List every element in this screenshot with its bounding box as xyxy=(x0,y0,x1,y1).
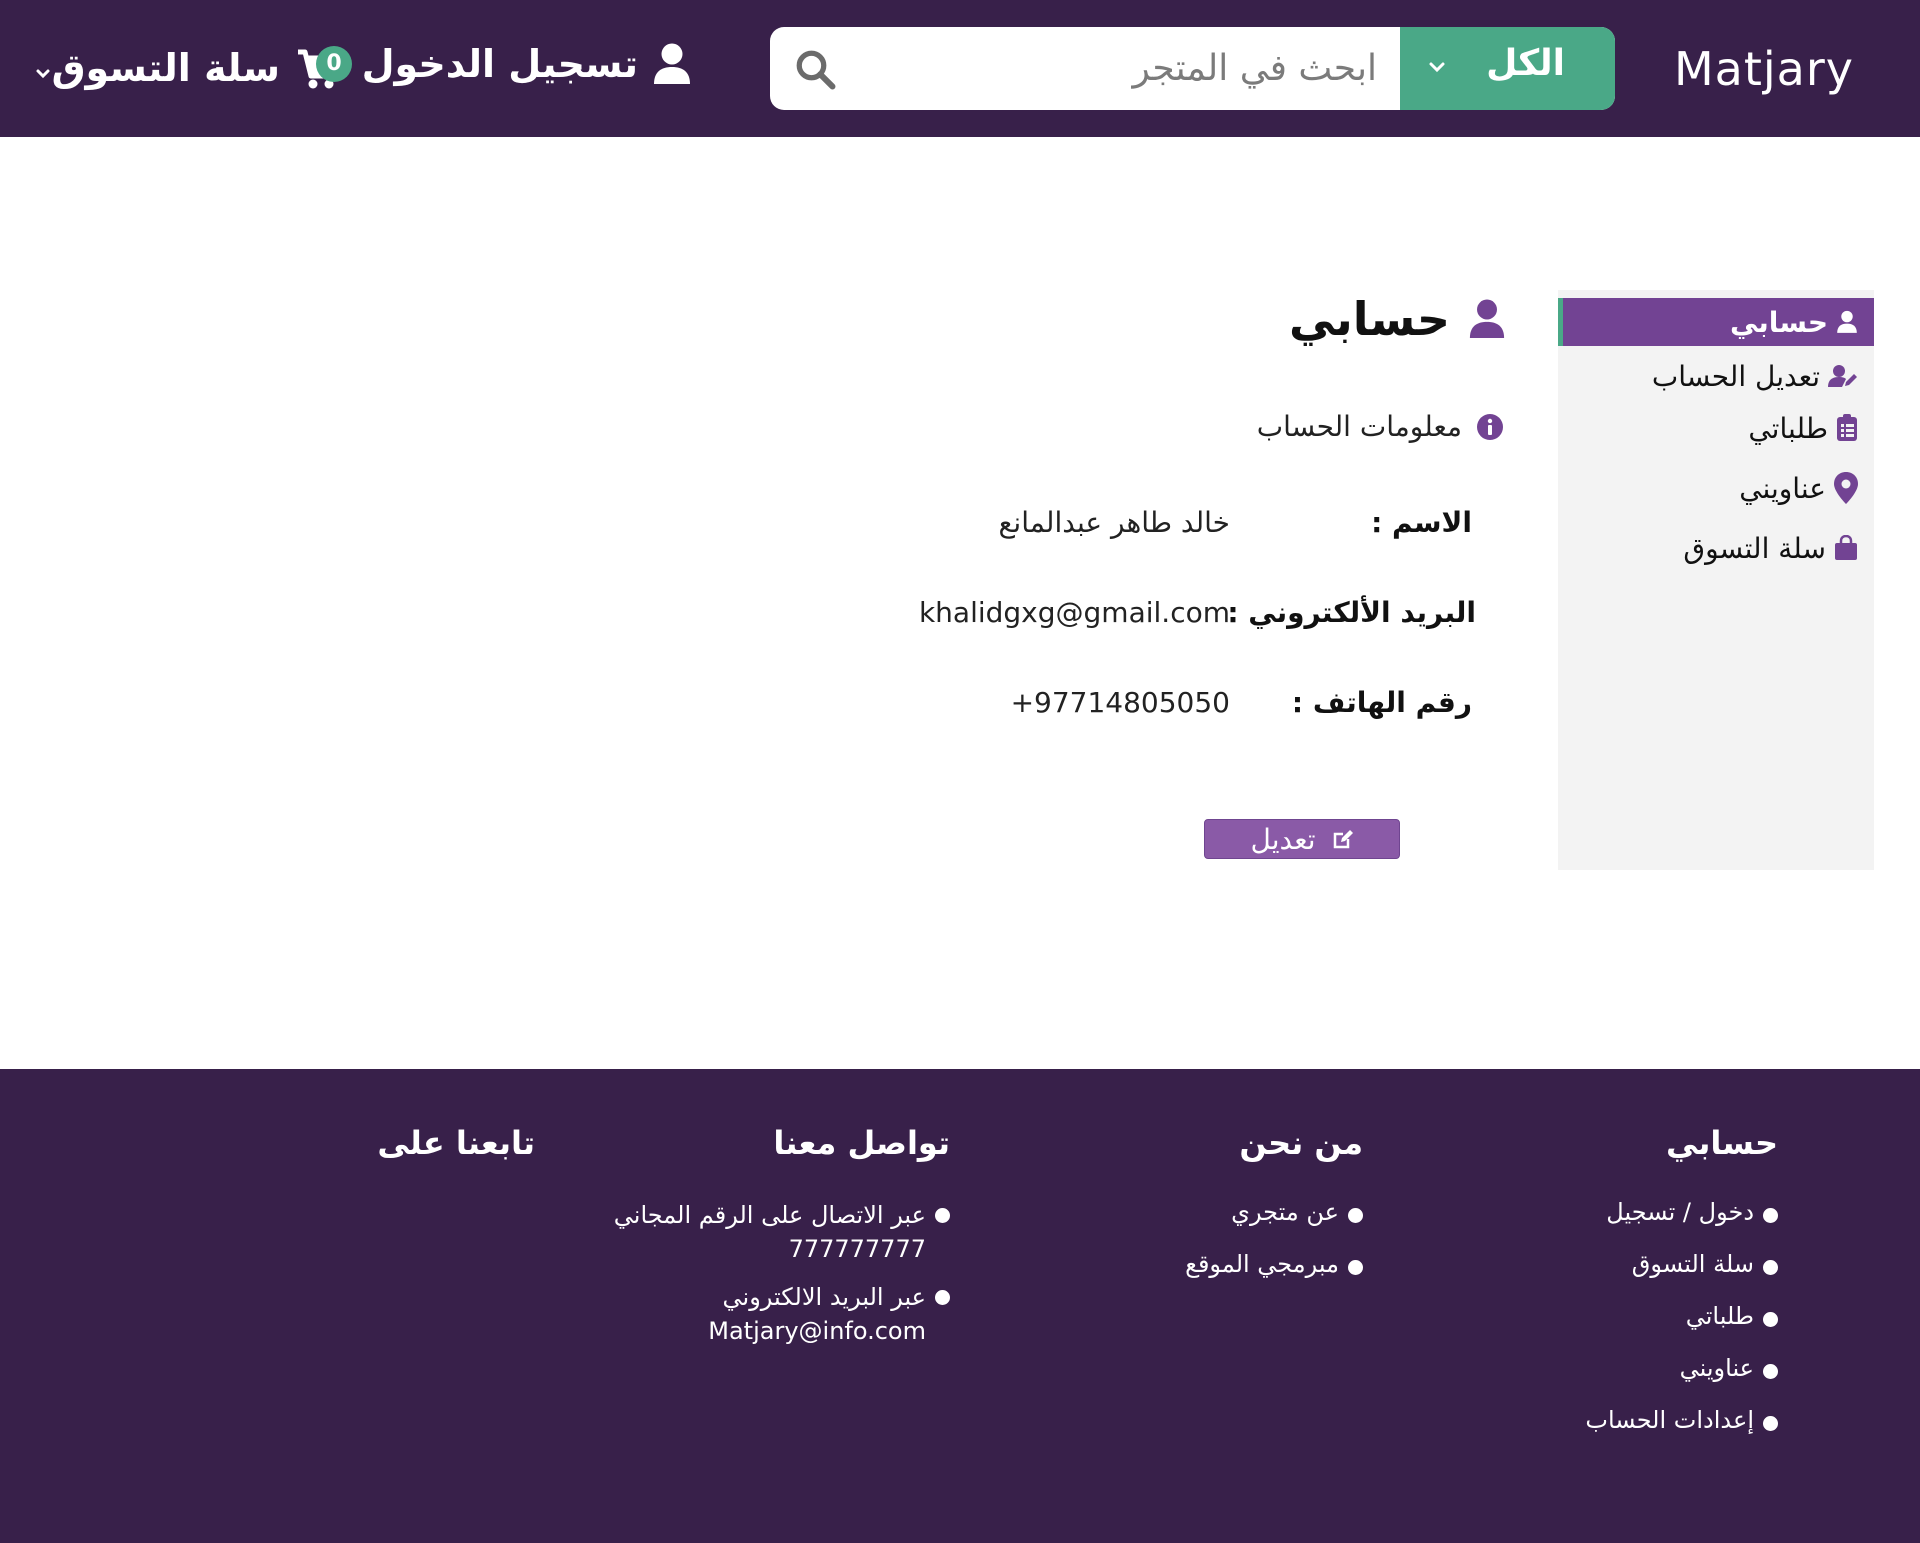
contact-phone-label: عبر الاتصال على الرقم المجاني xyxy=(613,1201,926,1229)
edit-account-button[interactable]: تعديل xyxy=(1204,819,1400,859)
cart-dropdown[interactable]: 0 سلة التسوق xyxy=(35,36,352,106)
sidebar-item-edit-account[interactable]: تعديل الحساب xyxy=(1558,352,1874,400)
footer-link[interactable]: مبرمجي الموقع xyxy=(1185,1250,1363,1278)
cart-label: سلة التسوق xyxy=(51,46,280,90)
footer-link[interactable]: سلة التسوق xyxy=(1585,1250,1778,1278)
edit-button-label: تعديل xyxy=(1250,822,1316,856)
edit-icon xyxy=(1333,830,1353,849)
section-title: معلومات الحساب xyxy=(1257,410,1504,443)
search-icon xyxy=(796,50,836,89)
user-icon xyxy=(1469,299,1505,338)
sidebar-item-my-account[interactable]: حسابي xyxy=(1558,298,1874,346)
sidebar-item-label: سلة التسوق xyxy=(1683,531,1826,565)
search-button[interactable] xyxy=(770,27,860,110)
map-pin-icon xyxy=(1834,472,1858,504)
login-label: تسجيل الدخول xyxy=(361,42,638,86)
footer-heading: حسابي xyxy=(1665,1124,1778,1162)
field-value: khalidgxg@gmail.com xyxy=(918,596,1230,629)
field-label: البريد الألكتروني : xyxy=(1227,596,1476,629)
footer-heading: تواصل معنا xyxy=(773,1124,950,1162)
footer-col-contact: تواصل معنا عبر الاتصال على الرقم المجاني… xyxy=(613,1124,951,1348)
cart-icon-wrap: 0 xyxy=(296,46,352,94)
user-icon xyxy=(654,43,690,84)
footer-contact-phone[interactable]: عبر الاتصال على الرقم المجاني 777777777 xyxy=(613,1198,951,1266)
search-bar: الكل xyxy=(770,27,1615,110)
footer-contact-email[interactable]: عبر البريد الالكتروني Matjary@info.com xyxy=(614,1280,951,1348)
footer-links: عن متجري مبرمجي الموقع xyxy=(1185,1198,1363,1278)
clipboard-list-icon xyxy=(1837,414,1857,441)
footer-link[interactable]: عناويني xyxy=(1585,1354,1778,1382)
field-value: +97714805050 xyxy=(1010,686,1230,719)
sidebar-item-cart[interactable]: سلة التسوق xyxy=(1558,524,1874,572)
footer-link[interactable]: دخول / تسجيل xyxy=(1585,1198,1778,1226)
footer-heading: تابعنا على xyxy=(377,1124,535,1162)
info-circle-icon xyxy=(1477,413,1503,440)
field-value: خالد طاهر عبدالمانع xyxy=(998,506,1230,539)
contact-email-label: عبر البريد الالكتروني xyxy=(722,1283,926,1311)
sidebar-item-label: طلباتي xyxy=(1748,411,1828,445)
sidebar-item-label: حسابي xyxy=(1729,305,1828,339)
footer-links: دخول / تسجيل سلة التسوق طلباتي عناويني إ… xyxy=(1585,1198,1778,1434)
footer-link[interactable]: عن متجري xyxy=(1185,1198,1363,1226)
footer-links: عبر الاتصال على الرقم المجاني 777777777 … xyxy=(613,1198,951,1348)
page-title-text: حسابي xyxy=(1288,292,1450,346)
user-icon xyxy=(1837,310,1857,333)
category-label: الكل xyxy=(1486,43,1565,84)
field-label: رقم الهاتف : xyxy=(1291,686,1472,719)
contact-phone-number: 777777777 xyxy=(788,1235,926,1263)
search-input[interactable] xyxy=(862,27,1399,110)
category-select[interactable]: الكل xyxy=(1400,27,1615,110)
footer-heading: من نحن xyxy=(1239,1124,1363,1162)
field-label: الاسم : xyxy=(1371,506,1472,539)
site-footer: حسابي دخول / تسجيل سلة التسوق طلباتي عنا… xyxy=(0,1069,1920,1543)
footer-col-about: من نحن عن متجري مبرمجي الموقع xyxy=(1185,1124,1363,1278)
section-title-text: معلومات الحساب xyxy=(1256,410,1462,443)
page-title: حسابي xyxy=(1289,292,1506,346)
user-edit-icon xyxy=(1828,365,1857,387)
cart-count-badge: 0 xyxy=(316,46,352,82)
top-header: Matjary الكل تسجيل الدخول xyxy=(0,0,1920,137)
footer-link[interactable]: إعدادات الحساب xyxy=(1585,1406,1778,1434)
chevron-down-icon xyxy=(1429,62,1445,73)
footer-link[interactable]: طلباتي xyxy=(1585,1302,1778,1330)
chevron-down-icon xyxy=(36,69,50,79)
contact-email-address: Matjary@info.com xyxy=(708,1317,926,1345)
login-link[interactable]: تسجيل الدخول xyxy=(362,42,692,86)
sidebar-item-addresses[interactable]: عناويني xyxy=(1558,464,1874,512)
shopping-bag-icon xyxy=(1835,535,1857,560)
footer-col-follow: تابعنا على xyxy=(377,1124,535,1162)
sidebar-item-label: عناويني xyxy=(1739,471,1826,505)
brand-logo[interactable]: Matjary xyxy=(1674,42,1854,96)
footer-col-account: حسابي دخول / تسجيل سلة التسوق طلباتي عنا… xyxy=(1585,1124,1778,1434)
sidebar-item-label: تعديل الحساب xyxy=(1651,359,1820,393)
account-sidebar: حسابي تعديل الحساب طلباتي عناويني سلة ال… xyxy=(1558,290,1874,870)
sidebar-item-orders[interactable]: طلباتي xyxy=(1558,404,1874,452)
